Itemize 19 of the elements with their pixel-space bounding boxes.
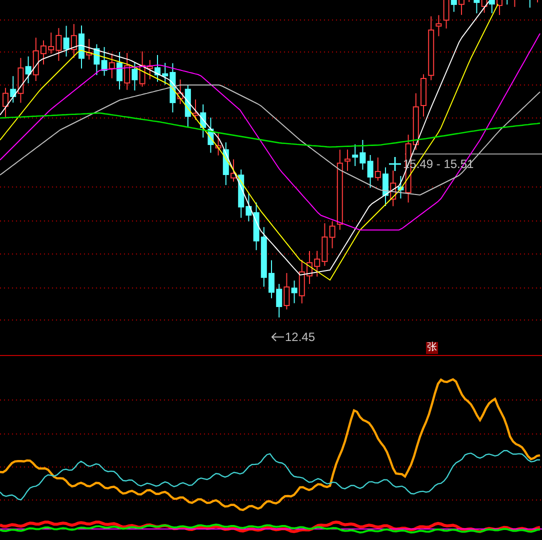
- candlestick: [306, 250, 312, 284]
- rise-badge: 张: [426, 342, 438, 354]
- candlestick: [230, 158, 236, 182]
- low-price-label: 12.45: [285, 330, 316, 344]
- candlestick: [468, 0, 470, 2]
- candlestick: [2, 87, 8, 118]
- crosshair-icon: [389, 157, 401, 171]
- candlestick: [40, 40, 46, 66]
- candlestick: [192, 98, 198, 120]
- candlestick: [154, 54, 160, 82]
- candlestick: [116, 52, 122, 90]
- candlestick: [382, 166, 388, 207]
- candlestick: [78, 25, 84, 69]
- candlestick: [344, 149, 350, 172]
- candlestick: [268, 260, 274, 299]
- arrow-icon: [271, 332, 284, 342]
- candlestick: [506, 0, 508, 6]
- candlestick: [537, 0, 538, 3]
- candlestick: [420, 74, 426, 118]
